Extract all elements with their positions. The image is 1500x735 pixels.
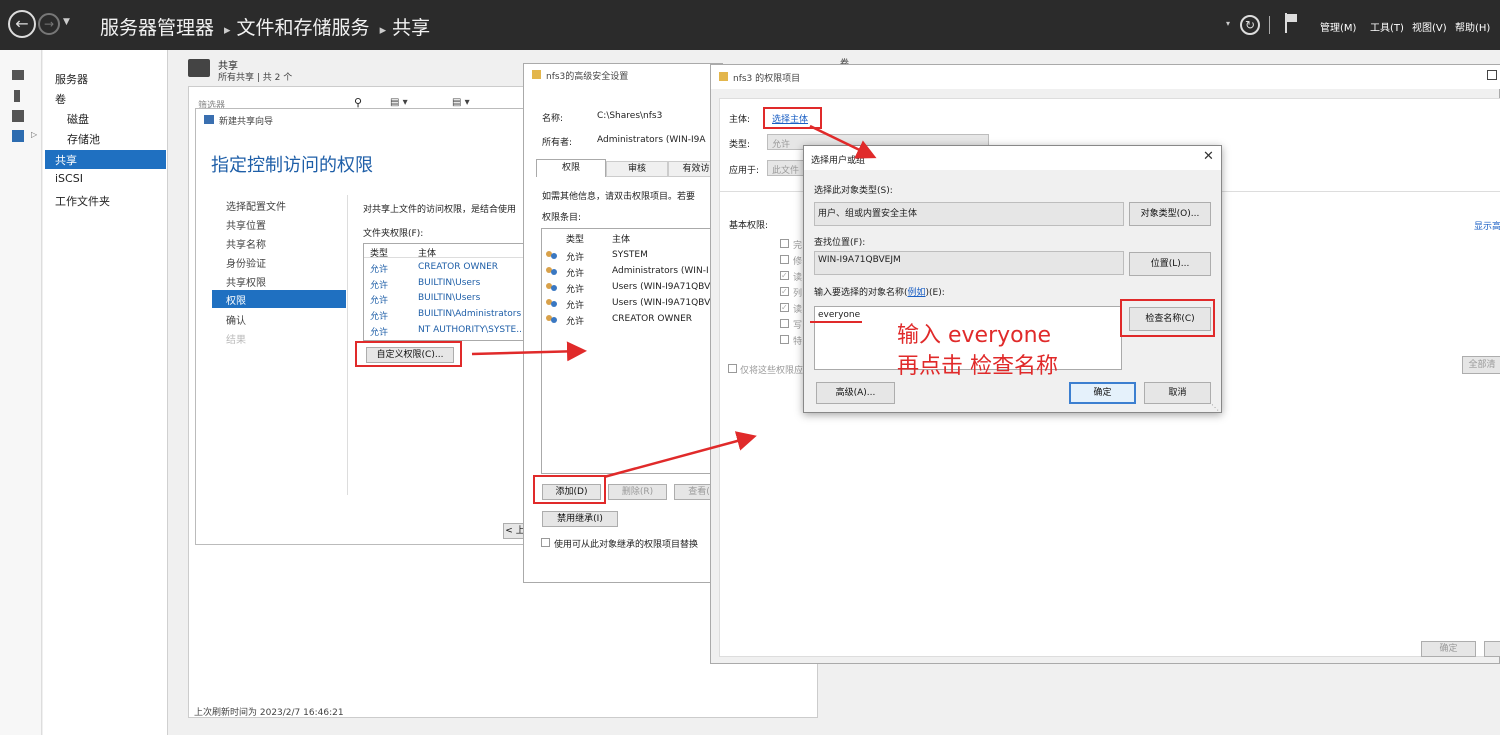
arrow-to-permission-entry: [603, 431, 757, 479]
annotation-arrows: [471, 124, 877, 479]
arrow-to-select-user: [809, 124, 877, 159]
arrow-to-advanced-dialog: [471, 341, 587, 362]
